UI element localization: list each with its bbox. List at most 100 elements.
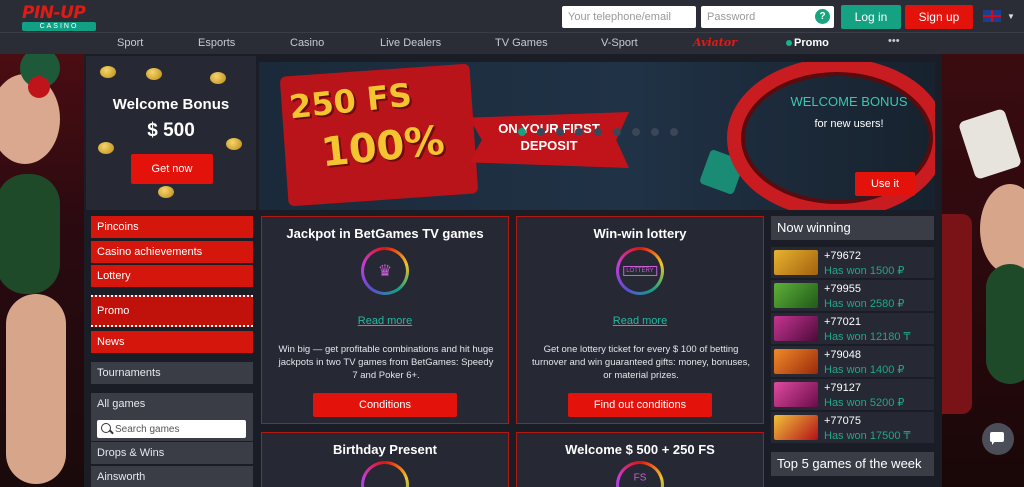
promo-card-lottery: Win-win lottery LOTTERY Read more Get on… bbox=[516, 216, 764, 424]
winner-row[interactable]: +79955 Has won 2580 ₽ bbox=[771, 280, 934, 311]
coin-icon bbox=[158, 186, 174, 198]
search-icon bbox=[101, 423, 111, 433]
nav-promo-label: Promo bbox=[794, 37, 829, 49]
nav-v-sport[interactable]: V-Sport bbox=[601, 37, 638, 49]
card-title: Jackpot in BetGames TV games bbox=[286, 226, 484, 241]
winner-row[interactable]: +79672 Has won 1500 ₽ bbox=[771, 247, 934, 278]
nav-promo[interactable]: Promo bbox=[786, 37, 829, 49]
slide-dot[interactable] bbox=[537, 128, 545, 136]
gift-icon bbox=[361, 461, 409, 487]
lottery-ticket-icon: LOTTERY bbox=[616, 247, 664, 295]
game-thumbnail[interactable] bbox=[774, 415, 818, 440]
nav-tv-games[interactable]: TV Games bbox=[495, 37, 548, 49]
menu-news[interactable]: News bbox=[91, 331, 253, 353]
nav-esports[interactable]: Esports bbox=[198, 37, 235, 49]
game-thumbnail[interactable] bbox=[774, 250, 818, 275]
winner-amount: Has won 5200 ₽ bbox=[824, 397, 905, 409]
winner-amount: Has won 1500 ₽ bbox=[824, 265, 905, 277]
search-games-input[interactable] bbox=[115, 421, 243, 437]
find-out-conditions-button[interactable]: Find out conditions bbox=[568, 393, 712, 417]
nav-sport[interactable]: Sport bbox=[117, 37, 143, 49]
winner-phone: +79672 bbox=[824, 250, 862, 262]
read-more-link[interactable]: Read more bbox=[262, 315, 508, 327]
card-title: Birthday Present bbox=[332, 442, 438, 457]
winner-row[interactable]: +77021 Has won 12180 ₸ bbox=[771, 313, 934, 344]
logo-subtext: CASINO bbox=[22, 22, 96, 31]
phone-email-input[interactable] bbox=[562, 6, 696, 28]
main-nav: Sport Esports Casino Live Dealers TV Gam… bbox=[0, 32, 1024, 54]
use-it-button[interactable]: Use it bbox=[855, 172, 915, 196]
logo-text: PIN-UP bbox=[22, 3, 86, 23]
winner-phone: +77075 bbox=[824, 415, 862, 427]
slide-dot[interactable] bbox=[518, 128, 526, 136]
slide-dot[interactable] bbox=[594, 128, 602, 136]
search-games-box[interactable] bbox=[97, 420, 246, 438]
nav-live-dealers[interactable]: Live Dealers bbox=[380, 37, 441, 49]
top-5-games-header: Top 5 games of the week bbox=[771, 452, 934, 476]
winner-row[interactable]: +79048 Has won 1400 ₽ bbox=[771, 346, 934, 377]
menu-pincoins[interactable]: Pincoins bbox=[91, 216, 253, 238]
nav-aviator[interactable]: Aviator bbox=[693, 36, 737, 49]
winner-amount: Has won 12180 ₸ bbox=[824, 331, 911, 343]
menu-tournaments[interactable]: Tournaments bbox=[91, 362, 253, 384]
menu-drops-wins[interactable]: Drops & Wins bbox=[91, 442, 253, 464]
coin-icon bbox=[100, 66, 116, 78]
winner-phone: +77021 bbox=[824, 316, 862, 328]
banner-welcome-bonus: WELCOME BONUS bbox=[790, 94, 908, 109]
coin-icon bbox=[146, 68, 162, 80]
menu-ainsworth[interactable]: Ainsworth bbox=[91, 466, 253, 487]
menu-promo[interactable]: Promo bbox=[91, 295, 253, 327]
slide-dot[interactable] bbox=[556, 128, 564, 136]
menu-casino-achievements[interactable]: Casino achievements bbox=[91, 241, 253, 263]
slide-dot[interactable] bbox=[670, 128, 678, 136]
card-title: Welcome $ 500 + 250 FS bbox=[565, 442, 715, 457]
login-button[interactable]: Log in bbox=[841, 5, 901, 29]
game-thumbnail[interactable] bbox=[774, 283, 818, 308]
right-side-art bbox=[942, 54, 1024, 487]
game-thumbnail[interactable] bbox=[774, 316, 818, 341]
winner-row[interactable]: +77075 Has won 17500 ₸ bbox=[771, 412, 934, 443]
chat-icon[interactable] bbox=[982, 423, 1014, 455]
winner-phone: +79955 bbox=[824, 283, 862, 295]
now-winning-header: Now winning bbox=[771, 216, 934, 240]
coin-icon bbox=[98, 142, 114, 154]
read-more-link[interactable]: Read more bbox=[517, 315, 763, 327]
winner-row[interactable]: +79127 Has won 5200 ₽ bbox=[771, 379, 934, 410]
card-title: Win-win lottery bbox=[593, 226, 687, 241]
coin-icon bbox=[210, 72, 226, 84]
fs-icon: FS bbox=[616, 461, 664, 487]
promo-card-jackpot: Jackpot in BetGames TV games ♛ Read more… bbox=[261, 216, 509, 424]
uk-flag-icon[interactable] bbox=[983, 10, 1001, 22]
conditions-button[interactable]: Conditions bbox=[313, 393, 457, 417]
card-description: Get one lottery ticket for every $ 100 o… bbox=[532, 344, 750, 381]
game-thumbnail[interactable] bbox=[774, 382, 818, 407]
slide-dot[interactable] bbox=[613, 128, 621, 136]
winner-amount: Has won 2580 ₽ bbox=[824, 298, 905, 310]
winner-amount: Has won 1400 ₽ bbox=[824, 364, 905, 376]
winner-amount: Has won 17500 ₸ bbox=[824, 430, 911, 442]
top-bar: PIN-UP CASINO ? Log in Sign up ▼ bbox=[0, 0, 1024, 32]
slide-dot[interactable] bbox=[575, 128, 583, 136]
winner-phone: +79048 bbox=[824, 349, 862, 361]
card-description: Win big — get profitable combinations an… bbox=[278, 344, 494, 381]
slide-dot[interactable] bbox=[651, 128, 659, 136]
get-now-button[interactable]: Get now bbox=[131, 154, 213, 184]
crown-icon: ♛ bbox=[361, 247, 409, 295]
help-icon[interactable]: ? bbox=[815, 9, 830, 24]
game-thumbnail[interactable] bbox=[774, 349, 818, 374]
winner-phone: +79127 bbox=[824, 382, 862, 394]
welcome-bonus-amount: $ 500 bbox=[147, 120, 195, 141]
signup-button[interactable]: Sign up bbox=[905, 5, 973, 29]
promo-card-birthday: Birthday Present bbox=[261, 432, 509, 487]
promo-card-welcome: Welcome $ 500 + 250 FS FS bbox=[516, 432, 764, 487]
slide-dot[interactable] bbox=[632, 128, 640, 136]
chevron-down-icon[interactable]: ▼ bbox=[1007, 12, 1015, 21]
banner-pagination bbox=[259, 128, 935, 140]
left-side-art bbox=[0, 54, 84, 487]
nav-casino[interactable]: Casino bbox=[290, 37, 324, 49]
welcome-bonus-title: Welcome Bonus bbox=[112, 96, 230, 113]
menu-lottery[interactable]: Lottery bbox=[91, 265, 253, 287]
promo-dot-icon bbox=[786, 40, 792, 47]
more-icon[interactable]: ••• bbox=[888, 35, 900, 47]
all-games-label: All games bbox=[97, 398, 146, 410]
